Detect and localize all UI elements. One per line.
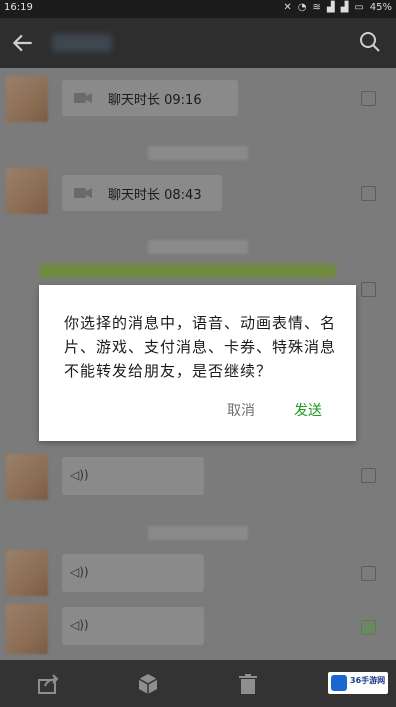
voice-message-bubble[interactable]: ◁)) xyxy=(62,554,204,592)
app-bar xyxy=(0,18,396,68)
trash-icon[interactable] xyxy=(236,672,260,696)
avatar[interactable] xyxy=(6,76,48,122)
avatar[interactable] xyxy=(6,604,48,654)
video-call-bubble[interactable]: 聊天时长 09:16 xyxy=(62,80,238,116)
checkmark-icon xyxy=(363,623,374,633)
timestamp-blurred xyxy=(148,240,248,254)
timestamp-blurred xyxy=(148,146,248,160)
watermark-logo: 36手游网 xyxy=(328,672,388,694)
battery-percent: 45% xyxy=(369,2,392,13)
status-bar: 16:19 ✕ ◔ ≋ ▟ ▟ ▭ 45% xyxy=(0,0,396,18)
voice-wave-icon: ◁)) xyxy=(70,565,89,579)
select-checkbox[interactable] xyxy=(361,282,376,297)
chat-title-blurred xyxy=(52,34,112,52)
hidden-message-blurred xyxy=(40,264,336,278)
arrow-left-icon[interactable] xyxy=(10,30,36,56)
signal-icon-2: ▟ xyxy=(340,2,349,13)
voice-message-bubble[interactable]: ◁)) xyxy=(62,457,204,495)
battery-icon: ▭ xyxy=(354,2,364,13)
video-call-text: 聊天时长 08:43 xyxy=(108,188,202,203)
video-call-text: 聊天时长 09:16 xyxy=(108,93,202,108)
cube-favorite-icon[interactable] xyxy=(136,672,160,696)
avatar[interactable] xyxy=(6,550,48,596)
signal-icon: ▟ xyxy=(326,2,335,13)
confirm-forward-dialog: 你选择的消息中，语音、动画表情、名片、游戏、支付消息、卡券、特殊消息不能转发给朋… xyxy=(39,285,356,441)
voice-message-bubble[interactable]: ◁)) xyxy=(62,607,204,645)
mute-icon: ✕ xyxy=(283,2,292,13)
share-icon[interactable] xyxy=(36,672,60,696)
timestamp-blurred xyxy=(148,526,248,540)
video-call-icon xyxy=(74,188,92,198)
video-call-bubble[interactable]: 聊天时长 08:43 xyxy=(62,175,222,211)
voice-wave-icon: ◁)) xyxy=(70,618,89,632)
select-checkbox[interactable] xyxy=(361,186,376,201)
avatar[interactable] xyxy=(6,168,48,214)
select-checkbox[interactable] xyxy=(361,566,376,581)
select-checkbox-checked[interactable] xyxy=(361,620,376,635)
alarm-icon: ◔ xyxy=(297,2,307,13)
watermark-mark-icon xyxy=(331,675,347,691)
send-button[interactable]: 发送 xyxy=(294,400,322,420)
watermark-text: 36手游网 xyxy=(350,676,386,685)
select-checkbox[interactable] xyxy=(361,91,376,106)
status-icons: ✕ ◔ ≋ ▟ ▟ ▭ 45% xyxy=(283,2,392,13)
video-call-icon xyxy=(74,93,92,103)
status-time: 16:19 xyxy=(4,2,33,13)
select-checkbox[interactable] xyxy=(361,468,376,483)
dialog-message: 你选择的消息中，语音、动画表情、名片、游戏、支付消息、卡券、特殊消息不能转发给朋… xyxy=(64,314,337,380)
cancel-button[interactable]: 取消 xyxy=(227,400,255,420)
wifi-icon: ≋ xyxy=(312,2,321,13)
search-icon[interactable] xyxy=(358,30,382,54)
avatar[interactable] xyxy=(6,454,48,500)
voice-wave-icon: ◁)) xyxy=(70,468,89,482)
